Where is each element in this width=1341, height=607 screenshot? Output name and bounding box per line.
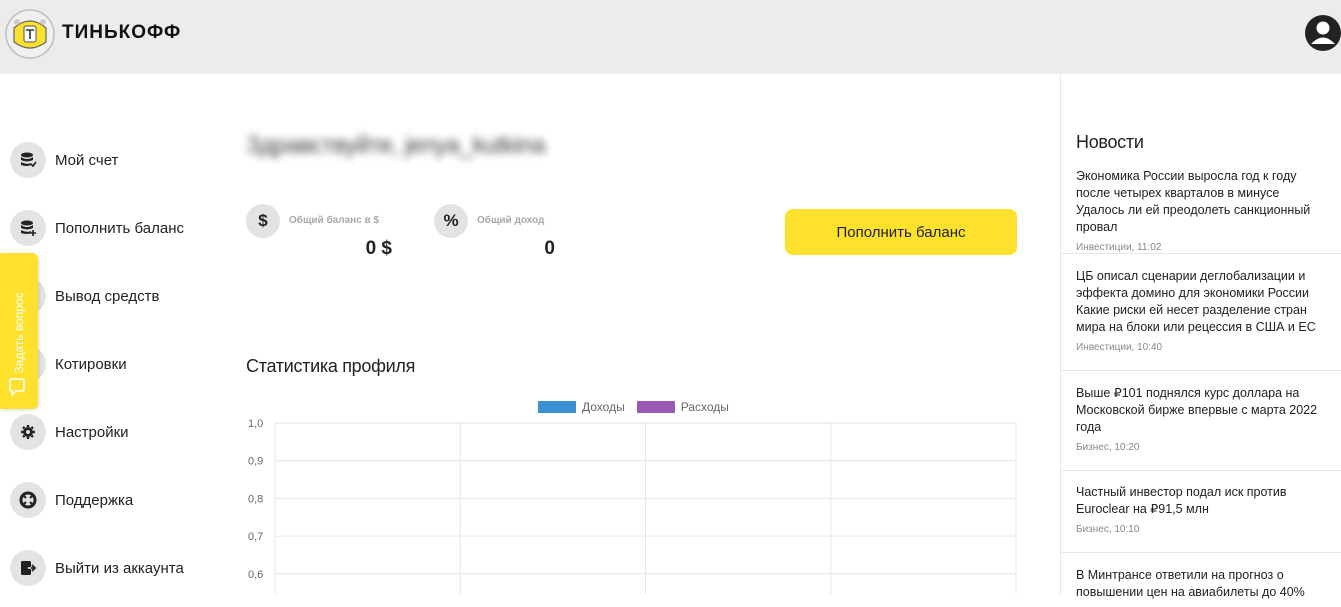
income-value: 0 [544,238,555,259]
news-headline: Выше ₽101 поднялся курс доллара на Моско… [1076,386,1318,434]
lifebuoy-icon [10,482,46,518]
tinkoff-emblem-icon[interactable] [4,8,56,60]
chart-y-tick-label: 0,6 [248,569,263,581]
sidebar-item-label: Котировки [55,355,127,373]
news-item[interactable]: В Минтрансе ответили на прогноз о повыше… [1061,567,1341,607]
sidebar-item-label: Пополнить баланс [55,219,184,237]
brand-name[interactable]: ТИНЬКОФФ [62,22,181,44]
top-up-balance-button[interactable]: Пополнить баланс [785,209,1017,255]
logout-icon [10,550,46,586]
chart-y-tick-label: 0,8 [248,493,263,505]
coins-check-icon [10,142,46,178]
sidebar-item-top-up[interactable]: Пополнить баланс [10,210,184,246]
sidebar-item-settings[interactable]: Настройки [10,414,129,450]
news-item[interactable]: Частный инвестор подал иск против Eurocl… [1061,484,1341,553]
news-title: Новости [1076,132,1144,152]
balance-value: 0 $ [365,238,392,259]
chart-y-tick-label: 0,9 [248,456,263,468]
profile-stats-title: Статистика профиля [246,356,416,376]
sidebar-item-logout[interactable]: Выйти из аккаунта [10,550,184,586]
news-meta: Бизнес, 10:10 [1076,524,1140,535]
news-headline: Частный инвестор подал иск против Eurocl… [1076,485,1287,516]
chart-y-tick-label: 0,7 [248,531,263,543]
user-avatar-icon[interactable] [1304,14,1341,52]
news-meta: Бизнес, 10:20 [1076,442,1140,453]
chat-bubble-icon [9,378,25,397]
news-headline: Экономика России выросла год к году посл… [1076,169,1311,234]
chart-y-tick-label: 1,0 [248,418,263,430]
news-meta: Инвестиции, 11:02 [1076,242,1162,253]
sidebar-item-label: Поддержка [55,491,134,509]
sidebar-item-my-account[interactable]: Мой счет [10,142,118,178]
dollar-icon: $ [246,204,280,238]
news-item[interactable]: Выше ₽101 поднялся курс доллара на Моско… [1061,385,1341,471]
sidebar-item-label: Вывод средств [55,287,160,305]
news-item[interactable]: Экономика России выросла год к году посл… [1061,168,1341,254]
percent-icon: % [434,204,468,238]
top-header: ТИНЬКОФФ [0,0,1341,74]
ask-question-tab[interactable]: Задать вопрос [0,253,38,409]
sidebar-item-support[interactable]: Поддержка [10,482,133,518]
news-item[interactable]: ЦБ описал сценарии деглобализации и эффе… [1061,268,1341,371]
gear-icon [10,414,46,450]
coins-plus-icon [10,210,46,246]
ask-question-label: Задать вопрос [12,292,26,374]
income-label: Общий доход [477,215,545,226]
balance-label: Общий баланс в $ [289,215,379,226]
news-meta: Инвестиции, 10:40 [1076,342,1163,353]
sidebar-item-label: Настройки [55,423,129,441]
news-panel: Новости Экономика России выросла год к г… [1060,74,1341,599]
sidebar-item-label: Выйти из аккаунта [55,559,184,577]
news-headline: В Минтрансе ответили на прогноз о повыше… [1076,568,1305,599]
sidebar-item-label: Мой счет [55,151,119,169]
news-headline: ЦБ описал сценарии деглобализации и эффе… [1076,269,1316,334]
profile-stats-chart: 1,0 0,9 0,8 0,7 0,6 [248,418,1017,594]
greeting-text: Здравствуйте, jenya_kutkina [246,132,545,159]
